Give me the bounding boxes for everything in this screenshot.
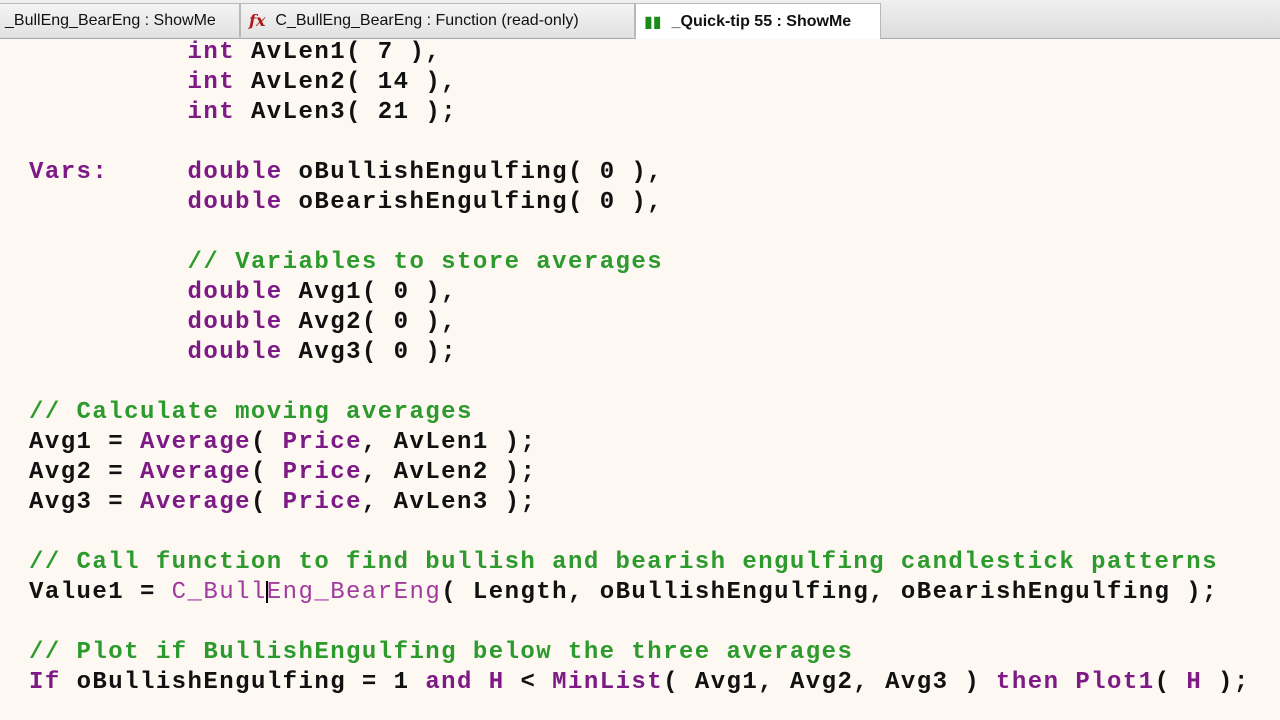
- keyword-token: double: [187, 189, 283, 216]
- keyword-token: Plot1: [1075, 669, 1155, 696]
- code-line[interactable]: Avg1 = Average( Price, AvLen1 );: [29, 428, 1250, 458]
- keyword-token: double: [187, 339, 283, 366]
- code-line[interactable]: Avg2 = Average( Price, AvLen2 );: [29, 458, 1250, 488]
- function-token: C_BullEng_BearEng: [171, 579, 442, 606]
- keyword-token: Price: [282, 489, 362, 516]
- code-text: (: [250, 429, 283, 456]
- keyword-token: and: [425, 669, 473, 696]
- keyword-token: Vars:: [29, 159, 109, 186]
- code-line[interactable]: int AvLen3( 21 );: [29, 98, 1250, 128]
- code-line[interactable]: Vars: double oBullishEngulfing( 0 ),: [29, 158, 1250, 188]
- code-text: );: [1202, 669, 1250, 696]
- comment-token: // Plot if BullishEngulfing below the th…: [29, 639, 854, 666]
- keyword-token: then: [996, 669, 1060, 696]
- keyword-token: Price: [282, 429, 362, 456]
- keyword-token: MinList: [552, 669, 664, 696]
- code-line[interactable]: // Variables to store averages: [29, 248, 1250, 278]
- code-text: , AvLen3 );: [361, 489, 537, 516]
- code-text: Avg2 =: [29, 459, 140, 486]
- code-text: , AvLen1 );: [361, 429, 537, 456]
- comment-token: // Call function to find bullish and bea…: [29, 549, 1218, 576]
- code-text: ( Avg1, Avg2, Avg3 ): [663, 669, 997, 696]
- showme-chart-icon: ▮▮: [644, 12, 662, 31]
- function-fx-icon: fx: [249, 11, 266, 30]
- keyword-token: int: [187, 69, 236, 96]
- text-caret: [265, 580, 268, 603]
- keyword-token: If: [29, 669, 61, 696]
- code-text: oBullishEngulfing = 1: [60, 669, 426, 696]
- tab-quick-tip-showme[interactable]: ▮▮ _Quick-tip 55 : ShowMe: [635, 3, 881, 39]
- code-text: oBullishEngulfing( 0 ),: [282, 159, 664, 186]
- code-line[interactable]: Avg3 = Average( Price, AvLen3 );: [29, 488, 1250, 518]
- code-text: Avg1 =: [29, 429, 140, 456]
- code-line[interactable]: double Avg1( 0 ),: [29, 278, 1250, 308]
- code-text: (: [250, 459, 283, 486]
- comment-token: // Calculate moving averages: [29, 399, 473, 426]
- code-text: (: [250, 489, 283, 516]
- code-line[interactable]: [29, 608, 1250, 638]
- code-text: ( Length, oBullishEngulfing, oBearishEng…: [441, 579, 1218, 606]
- keyword-token: int: [187, 39, 236, 66]
- code-text: Avg2( 0 ),: [282, 309, 458, 336]
- code-text: Avg3 =: [29, 489, 140, 516]
- code-line[interactable]: // Calculate moving averages: [29, 398, 1250, 428]
- keyword-token: Average: [139, 459, 251, 486]
- code-text: Avg1( 0 ),: [282, 279, 458, 306]
- code-text: Avg3( 0 );: [282, 339, 458, 366]
- keyword-token: int: [187, 99, 236, 126]
- code-line[interactable]: // Plot if BullishEngulfing below the th…: [29, 638, 1250, 668]
- code-text: <: [504, 669, 553, 696]
- code-line[interactable]: double Avg2( 0 ),: [29, 308, 1250, 338]
- keyword-token: Average: [139, 489, 251, 516]
- code-text: oBearishEngulfing( 0 ),: [282, 189, 664, 216]
- code-line[interactable]: double oBearishEngulfing( 0 ),: [29, 188, 1250, 218]
- keyword-token: double: [187, 309, 283, 336]
- code-editor[interactable]: int AvLen1( 7 ), int AvLen2( 14 ), int A…: [29, 38, 1250, 698]
- code-line[interactable]: Value1 = C_BullEng_BearEng( Length, oBul…: [29, 578, 1250, 608]
- keyword-token: double: [187, 159, 283, 186]
- code-text: Value1 =: [29, 579, 172, 606]
- tab-label: C_BullEng_BearEng : Function (read-only): [275, 11, 579, 29]
- tab-function-read-only[interactable]: fx C_BullEng_BearEng : Function (read-on…: [240, 3, 635, 37]
- code-line[interactable]: double Avg3( 0 );: [29, 338, 1250, 368]
- keyword-token: Price: [282, 459, 362, 486]
- tab-label: _BullEng_BearEng : ShowMe: [5, 11, 216, 29]
- code-line[interactable]: [29, 368, 1250, 398]
- editor-tab-bar: _BullEng_BearEng : ShowMe fx C_BullEng_B…: [0, 0, 1280, 39]
- code-line[interactable]: [29, 218, 1250, 248]
- code-text: (: [1154, 669, 1187, 696]
- code-text: , AvLen2 );: [361, 459, 537, 486]
- keyword-token: H: [488, 669, 505, 696]
- code-text: AvLen3( 21 );: [235, 99, 458, 126]
- code-line[interactable]: If oBullishEngulfing = 1 and H < MinList…: [29, 668, 1250, 698]
- code-line[interactable]: [29, 518, 1250, 548]
- code-line[interactable]: // Call function to find bullish and bea…: [29, 548, 1250, 578]
- tab-label: _Quick-tip 55 : ShowMe: [671, 12, 852, 30]
- tab-bulleng-showme[interactable]: _BullEng_BearEng : ShowMe: [0, 3, 240, 37]
- keyword-token: double: [187, 279, 283, 306]
- code-text: AvLen1( 7 ),: [235, 39, 442, 66]
- keyword-token: Average: [139, 429, 251, 456]
- comment-token: // Variables to store averages: [187, 249, 664, 276]
- code-text: AvLen2( 14 ),: [235, 69, 458, 96]
- code-line[interactable]: int AvLen2( 14 ),: [29, 68, 1250, 98]
- code-line[interactable]: int AvLen1( 7 ),: [29, 38, 1250, 68]
- code-line[interactable]: [29, 128, 1250, 158]
- keyword-token: H: [1186, 669, 1203, 696]
